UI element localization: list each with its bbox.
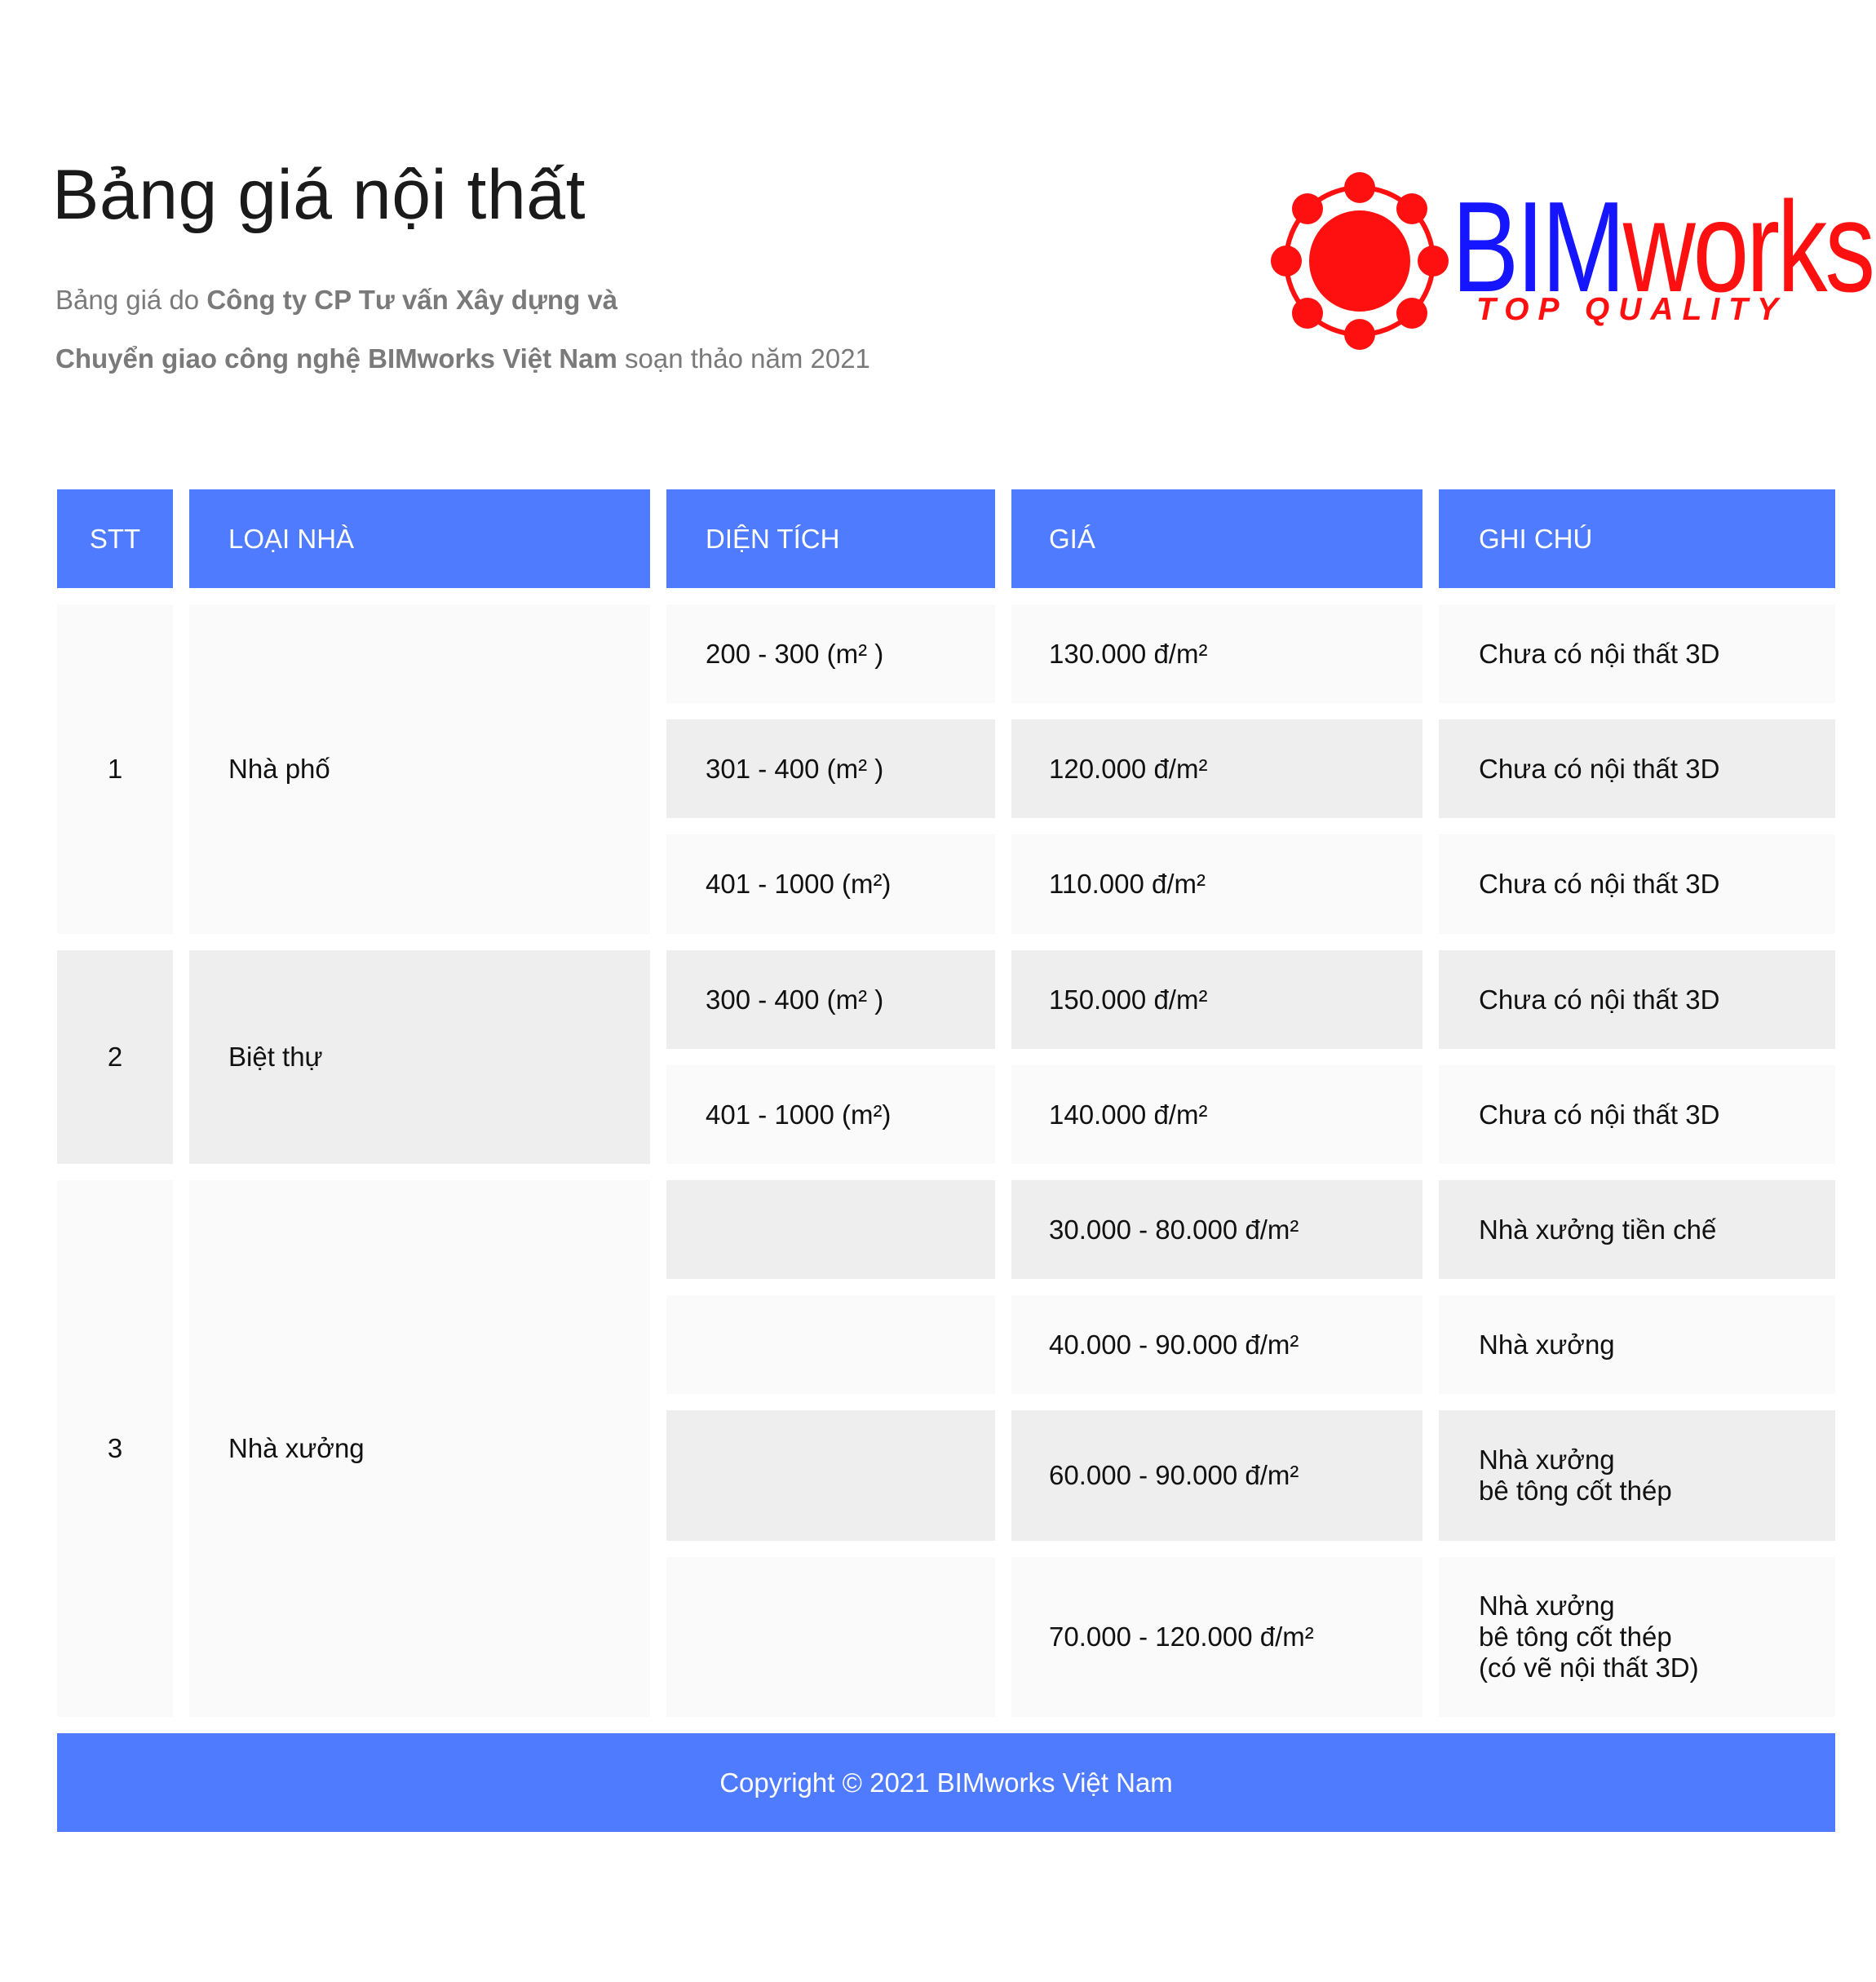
table-cell-price: 150.000 đ/m²	[1011, 950, 1422, 1049]
table-cell-house-type: Nhà xưởng	[189, 1180, 650, 1717]
table-cell-price: 140.000 đ/m²	[1011, 1065, 1422, 1164]
logo-tagline: TOP QUALITY	[1476, 292, 1788, 327]
table-cell-house-type: Nhà phố	[189, 604, 650, 934]
table-cell-area	[666, 1557, 995, 1717]
table-cell-area: 200 - 300 (m² )	[666, 604, 995, 703]
table-cell-note: Chưa có nội thất 3D	[1439, 834, 1835, 934]
table-cell-area: 401 - 1000 (m²)	[666, 1065, 995, 1164]
subtitle-line-2: Chuyển giao công nghệ BIMworks Việt Nam …	[55, 330, 870, 388]
table-cell-area: 401 - 1000 (m²)	[666, 834, 995, 934]
table-cell-house-type: Biệt thự	[189, 950, 650, 1164]
table-cell-note: Chưa có nội thất 3D	[1439, 604, 1835, 703]
subtitle-line-1: Bảng giá do Công ty CP Tư vấn Xây dựng v…	[55, 271, 870, 330]
page-subtitle: Bảng giá do Công ty CP Tư vấn Xây dựng v…	[55, 271, 870, 388]
table-cell-note: Chưa có nội thất 3D	[1439, 1065, 1835, 1164]
column-header-note: GHI CHÚ	[1439, 489, 1835, 588]
table-cell-note: Chưa có nội thất 3D	[1439, 719, 1835, 818]
table-cell-note: Nhà xưởng bê tông cốt thép (có vẽ nội th…	[1439, 1557, 1835, 1717]
table-cell-area	[666, 1410, 995, 1541]
table-cell-price: 30.000 - 80.000 đ/m²	[1011, 1180, 1422, 1279]
subtitle-company-part2: Chuyển giao công nghệ BIMworks Việt Nam	[55, 343, 617, 374]
footer-copyright: Copyright © 2021 BIMworks Việt Nam	[57, 1733, 1835, 1832]
table-cell-area: 300 - 400 (m² )	[666, 950, 995, 1049]
bimworks-logo: BIMworks TOP QUALITY	[1263, 170, 1875, 359]
column-header-house-type: LOẠI NHÀ	[189, 489, 650, 588]
page-title: Bảng giá nội thất	[52, 156, 586, 234]
table-cell-stt: 1	[57, 604, 173, 934]
column-header-area: DIỆN TÍCH	[666, 489, 995, 588]
table-cell-note: Nhà xưởng bê tông cốt thép	[1439, 1410, 1835, 1541]
table-cell-price: 130.000 đ/m²	[1011, 604, 1422, 703]
column-header-stt: STT	[57, 489, 173, 588]
table-cell-price: 70.000 - 120.000 đ/m²	[1011, 1557, 1422, 1717]
table-cell-stt: 2	[57, 950, 173, 1164]
subtitle-suffix: soạn thảo năm 2021	[617, 343, 870, 374]
subtitle-prefix: Bảng giá do	[55, 285, 207, 315]
table-cell-price: 60.000 - 90.000 đ/m²	[1011, 1410, 1422, 1541]
table-cell-price: 110.000 đ/m²	[1011, 834, 1422, 934]
table-cell-note: Chưa có nội thất 3D	[1439, 950, 1835, 1049]
subtitle-company-part1: Công ty CP Tư vấn Xây dựng và	[206, 285, 618, 315]
table-cell-price: 120.000 đ/m²	[1011, 719, 1422, 818]
table-cell-stt: 3	[57, 1180, 173, 1717]
table-cell-note: Nhà xưởng	[1439, 1295, 1835, 1394]
column-header-price: GIÁ	[1011, 489, 1422, 588]
table-cell-area	[666, 1295, 995, 1394]
gear-logo-icon	[1271, 172, 1449, 350]
table-cell-area	[666, 1180, 995, 1279]
table-cell-note: Nhà xưởng tiền chế	[1439, 1180, 1835, 1279]
table-cell-area: 301 - 400 (m² )	[666, 719, 995, 818]
table-cell-price: 40.000 - 90.000 đ/m²	[1011, 1295, 1422, 1394]
